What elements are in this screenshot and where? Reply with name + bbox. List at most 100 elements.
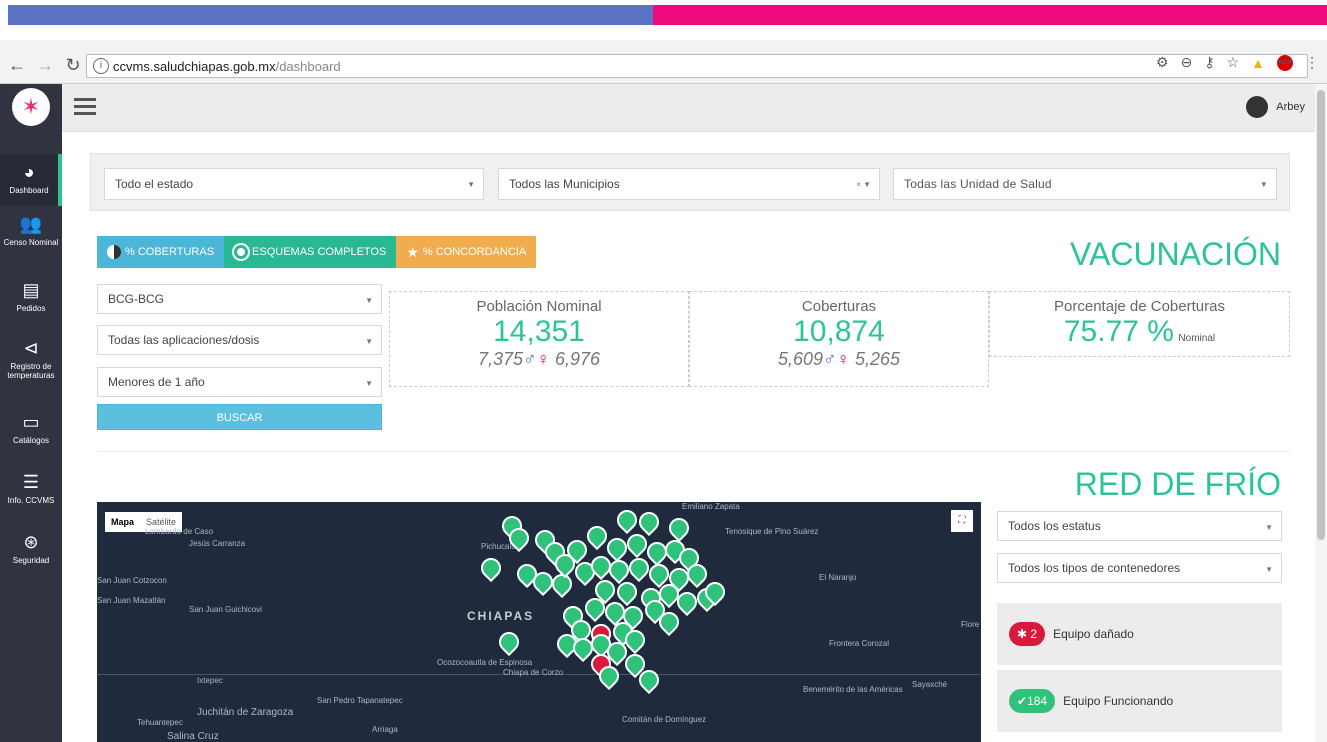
municipios-select[interactable]: Todos las Municipios × ▼ — [498, 168, 880, 200]
female-count: 6,976 — [555, 349, 601, 369]
male-icon: ♂ — [522, 349, 537, 369]
page-scrollbar[interactable] — [1315, 84, 1327, 742]
map-place: El Naranjo — [819, 573, 857, 582]
sidebar-item-temperaturas[interactable]: ⊲ Registro de temperaturas — [0, 338, 62, 380]
accessibility-icon: ⊛ — [23, 532, 39, 552]
vaccine-select[interactable]: BCG-BCG ▼ — [97, 284, 382, 314]
sidebar-item-seguridad[interactable]: ⊛ Seguridad — [0, 532, 62, 565]
tab-label: % COBERTURAS — [125, 246, 215, 258]
chevron-down-icon: ▼ — [1265, 523, 1273, 532]
chevron-down-icon: ▼ — [365, 296, 373, 305]
map-place: Chiapa de Corzo — [503, 668, 564, 677]
archive-icon: ▭ — [22, 412, 40, 432]
municipios-value: Todos las Municipios — [509, 177, 620, 191]
tab-coberturas[interactable]: % COBERTURAS — [97, 236, 225, 268]
female-icon: ♀ — [836, 349, 850, 369]
stat-label: Población Nominal — [476, 298, 602, 315]
estado-select[interactable]: Todo el estado ▼ — [104, 168, 484, 200]
equipo-funcionando-card[interactable]: ✔184 Equipo Funcionando — [997, 670, 1282, 732]
sidebar-item-catalogos[interactable]: ▭ Catálogos — [0, 412, 62, 445]
tab-label: ESQUEMAS COMPLETOS — [252, 246, 387, 258]
bug-icon: ✱ — [1017, 627, 1028, 641]
server-icon: ☰ — [22, 472, 40, 492]
key-icon[interactable]: ⚷ — [1204, 54, 1214, 71]
forward-icon[interactable]: → — [34, 55, 56, 76]
map-type-mapa[interactable]: Mapa — [105, 512, 140, 532]
male-count: 7,375 — [477, 349, 523, 369]
app-logo[interactable]: ✶ — [12, 88, 50, 126]
users-icon: 👥 — [19, 214, 43, 234]
tab-concordancia[interactable]: ★ % CONCORDANCIA — [396, 236, 537, 268]
extension-icons: ⚙ ⊖ ⚷ ☆ ▲ ABP ⋮ — [1156, 54, 1319, 71]
map-marker[interactable] — [612, 505, 642, 535]
file-icon: ▤ — [22, 280, 40, 300]
porcentaje-card: Porcentaje de Coberturas 75.77 % Nominal — [989, 291, 1290, 357]
vaccine-value: BCG-BCG — [108, 292, 165, 306]
chevron-down-icon: ▼ — [365, 337, 373, 346]
info-icon[interactable]: i — [93, 58, 109, 74]
user-menu[interactable]: Arbey — [1246, 96, 1305, 118]
sidebar-item-label: Dashboard — [9, 186, 49, 195]
estatus-select[interactable]: Todos los estatus ▼ — [997, 511, 1282, 541]
menu-dots-icon[interactable]: ⋮ — [1305, 54, 1319, 71]
sidebar-item-label: Censo Nominal — [3, 238, 59, 247]
male-icon: ♂ — [822, 349, 837, 369]
menu-toggle-icon[interactable] — [74, 98, 96, 119]
browser-toolbar: ← → ↻ i ccvms.saludchiapas.gob.mx/dashbo… — [0, 48, 1327, 84]
map-place: Sayaxché — [912, 680, 948, 689]
map-marker[interactable] — [664, 513, 694, 543]
map-place: Flore — [961, 620, 980, 629]
clear-chevron-icon[interactable]: × ▼ — [856, 180, 871, 189]
puzzle-icon[interactable]: ⚙ — [1156, 54, 1169, 71]
male-count: 5,609 — [777, 349, 823, 369]
map-place: San Juan Mazatlán — [97, 596, 166, 605]
sidebar-item-label: Pedidos — [16, 304, 46, 313]
equipo-danado-card[interactable]: ✱ 2 Equipo dañado — [997, 603, 1282, 665]
sidebar-item-label: Catálogos — [12, 436, 50, 445]
sidebar-item-pedidos[interactable]: ▤ Pedidos — [0, 280, 62, 313]
star-icon[interactable]: ☆ — [1227, 54, 1240, 71]
sidebar-item-dashboard[interactable]: ◕ Dashboard — [0, 154, 62, 206]
stat-label: Coberturas — [801, 298, 877, 315]
tab-esquemas[interactable]: ESQUEMAS COMPLETOS — [224, 236, 397, 268]
chevron-down-icon: ▼ — [1265, 565, 1273, 574]
sidebar-item-info[interactable]: ☰ Info. CCVMS — [0, 472, 62, 505]
stat-value: 14,351 — [493, 315, 585, 348]
vacunacion-tabs: % COBERTURAS ESQUEMAS COMPLETOS ★ % CONC… — [97, 236, 537, 268]
reload-icon[interactable]: ↻ — [62, 55, 84, 76]
funcionando-badge: ✔184 — [1009, 689, 1056, 713]
map-place: Tehuantepec — [137, 718, 183, 727]
dashboard-icon: ◕ — [23, 162, 35, 182]
top-color-strip — [8, 5, 1327, 25]
map[interactable]: Mapa Satélite ⛶ CHIAPAS Jesús Carranza L… — [97, 502, 981, 742]
estado-value: Todo el estado — [115, 177, 194, 191]
sidebar-item-censo[interactable]: 👥 Censo Nominal — [0, 214, 62, 247]
map-marker[interactable] — [634, 507, 664, 537]
map-marker[interactable] — [494, 627, 524, 657]
url-host: ccvms.saludchiapas.gob.mx — [113, 58, 276, 74]
coberturas-card: Coberturas 10,874 5,609♂♀ 5,265 — [689, 291, 989, 387]
sidebar-item-label: Info. CCVMS — [7, 496, 55, 505]
section-title-red-frio: RED DE FRÍO — [1074, 466, 1281, 502]
drive-icon[interactable]: ▲ — [1251, 55, 1265, 71]
adblock-icon[interactable]: ABP — [1277, 54, 1293, 71]
sidebar-item-label: Registro de temperaturas — [7, 362, 55, 380]
funcionando-count: 184 — [1027, 694, 1048, 708]
contenedores-select[interactable]: Todos los tipos de contenedores ▼ — [997, 553, 1282, 583]
map-place: Ocozocoautla de Espinosa — [437, 658, 533, 667]
browser-tab-strip — [0, 40, 1327, 48]
fullscreen-icon[interactable]: ⛶ — [951, 510, 973, 532]
map-marker[interactable] — [476, 553, 506, 583]
map-place: Benemérito de las Américas — [803, 685, 903, 694]
stat-suffix: Nominal — [1178, 333, 1216, 344]
female-icon: ♀ — [536, 349, 550, 369]
unidad-select[interactable]: Todas las Unidad de Salud ▼ — [893, 168, 1277, 200]
map-place: Frontera Corozal — [829, 639, 890, 648]
edad-select[interactable]: Menores de 1 año ▼ — [97, 367, 382, 397]
buscar-button[interactable]: BUSCAR — [97, 404, 382, 430]
zoom-icon[interactable]: ⊖ — [1181, 54, 1193, 71]
back-icon[interactable]: ← — [6, 55, 28, 76]
address-bar[interactable]: i ccvms.saludchiapas.gob.mx/dashboard — [86, 54, 1308, 78]
map-place: Lombardo de Caso — [145, 527, 214, 536]
aplicacion-select[interactable]: Todas las aplicaciones/dosis ▼ — [97, 325, 382, 355]
